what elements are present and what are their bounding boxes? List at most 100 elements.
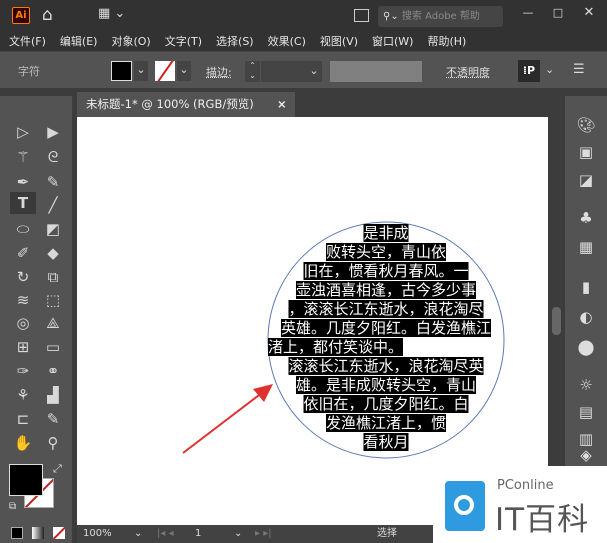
stroke-label[interactable]: 描边: (206, 64, 232, 80)
text-line: 渚上，都付笑谈中。 (268, 338, 404, 356)
width-tool-icon[interactable]: ≋ (10, 289, 36, 311)
lasso-tool-icon[interactable]: ᘓ (40, 146, 66, 168)
search-icon: ⚲⌄ (383, 11, 399, 22)
recolor-icon[interactable]: ⁞P (518, 60, 540, 82)
transparency-icon[interactable]: ◐ (572, 306, 600, 328)
gradient-mode-button[interactable] (32, 527, 44, 539)
status-mode[interactable]: 选择 (377, 525, 397, 543)
zoom-dropdown-icon[interactable]: ⌄ (134, 525, 142, 543)
swatches-icon[interactable]: ◪ (572, 169, 600, 191)
watermark-name: IT百科 (495, 502, 590, 538)
menu-effect[interactable]: 效果(C) (259, 32, 311, 51)
text-line: 依旧在，几度夕阳红。白 (303, 395, 469, 413)
character-panel-link[interactable]: 字符 (18, 63, 40, 79)
stroke-weight-input[interactable] (261, 61, 306, 82)
stroke-color-swatch[interactable] (155, 61, 175, 81)
stroke-dropdown-icon[interactable]: ⌄ (177, 61, 191, 81)
magic-wand-tool-icon[interactable]: ⚚ (10, 146, 36, 168)
none-mode-button[interactable] (53, 527, 65, 539)
pconline-watermark: PConline IT百科 (433, 466, 607, 543)
symbol-sprayer-tool-icon[interactable]: ⚘ (10, 384, 36, 406)
maximize-button[interactable]: □ (545, 6, 571, 24)
stroke-weight-dropdown-icon[interactable]: ⌄ (306, 61, 322, 82)
panel-menu-icon[interactable]: ☰ (573, 62, 585, 77)
color-panel-icon[interactable]: 🎨︎ (572, 114, 600, 136)
menu-help[interactable]: 帮助(H) (418, 32, 471, 51)
artboard-dropdown-icon[interactable]: ⌄ (234, 525, 242, 543)
type-tool-icon[interactable]: T (10, 192, 36, 214)
pen-tool-icon[interactable]: ✒ (10, 171, 36, 193)
text-line: 败转头空，青山依 (325, 243, 447, 261)
vertical-scrollbar[interactable] (548, 117, 565, 525)
direct-selection-tool-icon[interactable]: ▶ (40, 121, 66, 143)
menu-type[interactable]: 文字(T) (156, 32, 207, 51)
default-colors-icon[interactable]: ⧉ (9, 501, 16, 512)
fill-color-swatch[interactable] (111, 61, 132, 81)
fill-dropdown-icon[interactable]: ⌄ (134, 61, 148, 81)
align-panel-icon[interactable]: ☼ (572, 374, 600, 396)
perspective-grid-tool-icon[interactable]: ⟁ (40, 312, 66, 334)
menu-window[interactable]: 窗口(W) (363, 32, 418, 51)
mesh-tool-icon[interactable]: ⊞ (10, 336, 36, 358)
text-line: 旧在，惯看秋月春风。一 (303, 262, 469, 280)
close-window-button[interactable]: ✕ (576, 5, 602, 23)
minimize-button[interactable]: — (515, 6, 541, 24)
curvature-tool-icon[interactable]: ✎ (40, 171, 66, 193)
variable-width-profile[interactable] (330, 61, 422, 82)
symbols-icon[interactable]: ♣ (572, 207, 600, 229)
arrange-documents-icon[interactable] (354, 9, 369, 22)
appearance-icon[interactable]: ⬤ (572, 336, 600, 358)
scale-tool-icon[interactable]: ⧉ (40, 266, 66, 288)
artboard[interactable]: 是非成 败转头空，青山依 旧在，惯看秋月春风。一 壶浊酒喜相逢，古今多少事 ，滚滚长江东… (77, 117, 548, 525)
menu-file[interactable]: 文件(F) (0, 32, 51, 51)
ellipse-tool-icon[interactable]: ⬭ (10, 218, 36, 240)
selection-tool-icon[interactable]: ▷ (10, 121, 36, 143)
line-tool-icon[interactable]: ╱ (40, 194, 66, 216)
eyedropper-tool-icon[interactable]: ✑ (10, 360, 36, 382)
shape-builder-tool-icon[interactable]: ◎ (10, 312, 36, 334)
annotation-arrow (182, 388, 268, 454)
shaper-tool-icon[interactable]: ✐ (10, 242, 36, 264)
text-line: 英雄。几度夕阳红。白发渔樵江 (280, 319, 492, 337)
home-icon[interactable]: ⌂ (42, 5, 53, 25)
rotate-tool-icon[interactable]: ↻ (10, 266, 36, 288)
artboard-nav-prev[interactable]: |◂ ◂ (157, 525, 174, 543)
fill-indicator[interactable] (9, 464, 43, 496)
tab-document[interactable]: 未标题-1* @ 100% (RGB/预览) × (77, 92, 295, 117)
slice-tool-icon[interactable]: ✎ (40, 408, 66, 430)
zoom-tool-icon[interactable]: ⚲ (40, 432, 66, 454)
layers-icon[interactable]: ◈ (572, 444, 600, 466)
swap-colors-icon[interactable]: ⤢ (53, 462, 62, 476)
artboard-tool-icon[interactable]: ⊏ (10, 408, 36, 430)
opacity-label[interactable]: 不透明度 (446, 64, 490, 80)
gradient-tool-icon[interactable]: ▭ (40, 336, 66, 358)
graphic-styles-icon[interactable]: ▦ (572, 236, 600, 258)
blend-tool-icon[interactable]: ⚭ (40, 360, 66, 382)
workspace-switcher-icon[interactable]: ▦ ⌄ (98, 6, 125, 21)
pathfinder-icon[interactable]: ▤ (572, 401, 600, 423)
zoom-level[interactable]: 100% (83, 525, 112, 543)
search-help-field[interactable]: ⚲⌄ 搜索 Adobe 帮助 (378, 6, 503, 27)
free-transform-tool-icon[interactable]: ⬚ (40, 289, 66, 311)
color-guide-icon[interactable]: ▣ (572, 141, 600, 163)
menu-select[interactable]: 选择(S) (207, 32, 259, 51)
menu-edit[interactable]: 编辑(E) (51, 32, 103, 51)
gradient-panel-icon[interactable]: ▮ (572, 276, 600, 298)
column-graph-tool-icon[interactable]: ▟ (40, 384, 66, 406)
control-bar: 字符 ⌄ ⌄ 描边: ⌃ ⌄ ⌄ 不透明度 ⁞P ⌄ ☰ (0, 51, 607, 88)
menu-view[interactable]: 视图(V) (311, 32, 363, 51)
eraser-tool-icon[interactable]: ◆ (40, 242, 66, 264)
paintbrush-tool-icon[interactable]: ◩ (40, 218, 66, 240)
align-dropdown-icon[interactable]: ⌄ (545, 63, 554, 76)
text-line: ，滚滚长江东逝水，浪花淘尽 (288, 300, 484, 318)
color-mode-button[interactable] (11, 527, 23, 539)
tab-close-icon[interactable]: × (277, 92, 287, 117)
menu-bar: 文件(F) 编辑(E) 对象(O) 文字(T) 选择(S) 效果(C) 视图(V… (0, 32, 607, 51)
artboard-number[interactable]: 1 (195, 525, 201, 543)
hand-tool-icon[interactable]: ✋ (10, 432, 36, 454)
menu-object[interactable]: 对象(O) (102, 32, 155, 51)
stroke-weight-stepper[interactable]: ⌃ ⌄ (245, 61, 260, 82)
text-line: 是非成 (363, 224, 409, 242)
text-line: 滚滚长江东逝水，浪花淘尽英 (288, 357, 484, 375)
artboard-nav-next[interactable]: ▸ ▸| (255, 525, 272, 543)
